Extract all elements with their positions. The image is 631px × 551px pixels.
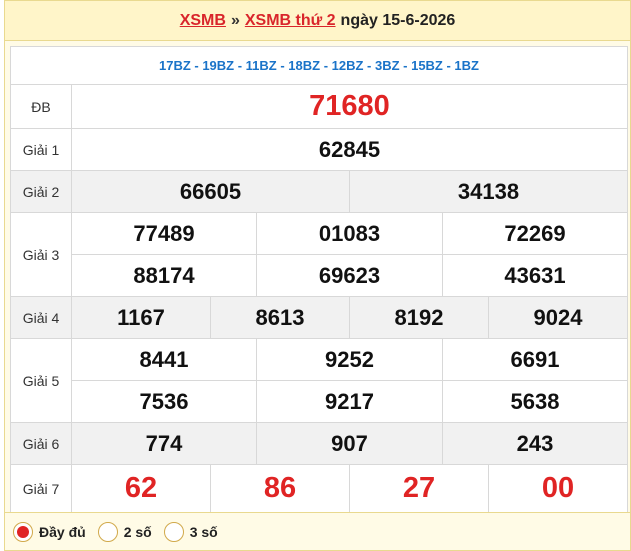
prize-label-g4: Giải 4 — [10, 296, 72, 339]
option-label: 3 số — [189, 523, 218, 540]
prize-number: 34138 — [349, 170, 628, 213]
prize-number: 8441 — [71, 338, 257, 381]
prize-label-g1: Giải 1 — [10, 128, 72, 171]
xsmb-weekday-link[interactable]: XSMB thứ 2 — [245, 12, 336, 30]
prize-number: 907 — [256, 422, 443, 465]
prize-number-g7: 62 — [71, 464, 211, 513]
xsmb-link[interactable]: XSMB — [180, 12, 226, 30]
prize-number: 88174 — [71, 254, 257, 297]
prize-number: 8613 — [210, 296, 350, 339]
prize-number-g7: 27 — [349, 464, 489, 513]
option-full[interactable]: Đầy đủ — [13, 521, 86, 542]
prize-number: 7536 — [71, 380, 257, 423]
prize-number: 6691 — [442, 338, 628, 381]
prize-label-g6: Giải 6 — [10, 422, 72, 465]
option-label: 2 số — [123, 523, 152, 540]
prize-number: 9024 — [488, 296, 628, 339]
prize-label-g7: Giải 7 — [10, 464, 72, 513]
breadcrumb-separator: » — [230, 11, 240, 29]
prize-number: 9252 — [256, 338, 443, 381]
prize-number: 01083 — [256, 212, 443, 255]
prize-label-g5: Giải 5 — [10, 338, 72, 423]
draw-date: ngày 15-6-2026 — [340, 11, 456, 29]
option-2-digits[interactable]: 2 số — [97, 521, 152, 542]
prize-number-g7: 00 — [488, 464, 628, 513]
prize-number: 5638 — [442, 380, 628, 423]
prize-number: 66605 — [71, 170, 350, 213]
prize-number: 1167 — [71, 296, 211, 339]
radio-icon[interactable] — [163, 521, 184, 542]
results-header: XSMB » XSMB thứ 2 ngày 15-6-2026 — [5, 1, 630, 41]
prize-number: 243 — [442, 422, 628, 465]
prize-number: 77489 — [71, 212, 257, 255]
prize-number-g7: 86 — [210, 464, 350, 513]
prize-number: 774 — [71, 422, 257, 465]
option-3-digits[interactable]: 3 số — [163, 521, 218, 542]
radio-icon[interactable] — [97, 521, 118, 542]
prize-number: 43631 — [442, 254, 628, 297]
prize-number: 69623 — [256, 254, 443, 297]
display-mode-options: Đầy đủ 2 số 3 số — [5, 512, 630, 550]
radio-selected-icon[interactable] — [13, 521, 33, 542]
option-label: Đầy đủ — [39, 523, 86, 540]
prize-label-g2: Giải 2 — [10, 170, 72, 213]
prize-number: 8192 — [349, 296, 489, 339]
results-panel: XSMB » XSMB thứ 2 ngày 15-6-2026 17BZ - … — [4, 0, 631, 551]
prize-number: 9217 — [256, 380, 443, 423]
prize-label-db: ĐB — [10, 84, 72, 129]
prize-number: 72269 — [442, 212, 628, 255]
prize-number: 62845 — [71, 128, 628, 171]
special-prize-number: 71680 — [71, 84, 628, 129]
draw-codes: 17BZ - 19BZ - 11BZ - 18BZ - 12BZ - 3BZ -… — [10, 46, 628, 85]
results-table: 17BZ - 19BZ - 11BZ - 18BZ - 12BZ - 3BZ -… — [10, 46, 628, 513]
prize-label-g3: Giải 3 — [10, 212, 72, 297]
